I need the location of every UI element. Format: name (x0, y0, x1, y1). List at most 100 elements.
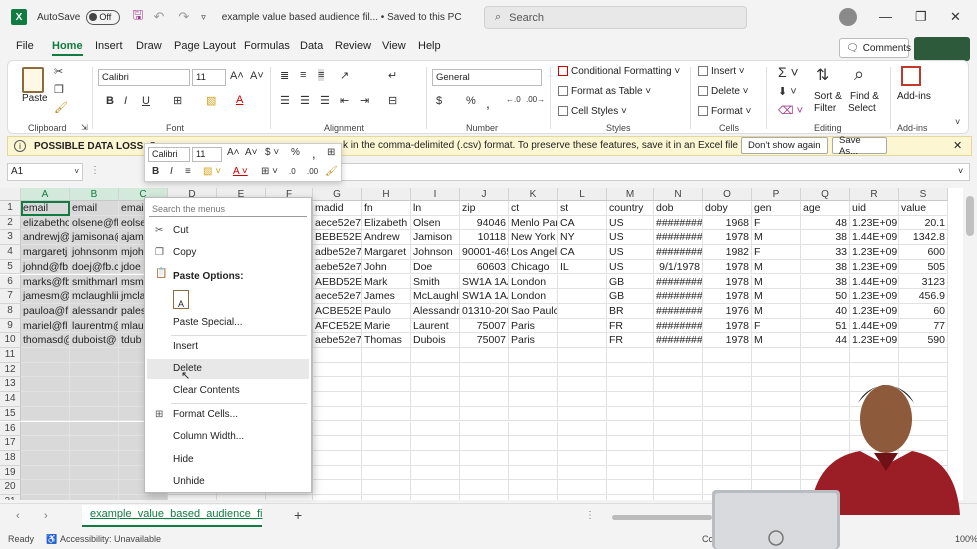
cell[interactable]: Smith (411, 274, 460, 290)
align-left-icon[interactable]: ☰ (280, 94, 290, 107)
cell[interactable]: F (752, 215, 801, 231)
cell[interactable] (752, 450, 801, 466)
cell[interactable]: zip (460, 201, 509, 216)
cell[interactable] (362, 495, 411, 500)
cell[interactable] (607, 436, 654, 451)
increase-decimal-icon[interactable]: ←.0 (506, 95, 521, 104)
cell[interactable]: Chicago (509, 259, 558, 275)
cell[interactable] (70, 348, 119, 363)
row-header[interactable]: 7 (0, 289, 21, 304)
cell[interactable]: Paris (509, 333, 558, 348)
align-right-icon[interactable]: ☰ (320, 94, 330, 107)
orientation-icon[interactable]: ↗ (340, 69, 349, 82)
decrease-indent-icon[interactable]: ⇤ (340, 94, 349, 107)
find-button-label[interactable]: Find & (850, 91, 879, 102)
cell[interactable] (411, 362, 460, 378)
cell[interactable] (558, 303, 607, 319)
number-format-dropdown[interactable]: General (432, 69, 542, 86)
cell[interactable]: 600 (899, 245, 948, 260)
cell[interactable]: 01310-200 (460, 303, 509, 319)
cell[interactable]: age (801, 201, 850, 216)
column-header[interactable]: P (752, 188, 801, 201)
menu-paste-special[interactable]: Paste Special... (147, 313, 309, 333)
cell[interactable] (313, 406, 362, 422)
cell[interactable] (509, 421, 558, 437)
paste-icon[interactable] (22, 67, 44, 93)
cell[interactable]: thomasd@ (21, 333, 70, 348)
mini-align-icon[interactable]: ≡ (185, 166, 191, 177)
cell[interactable] (558, 289, 607, 304)
cell[interactable] (21, 362, 70, 378)
cell[interactable] (21, 450, 70, 466)
column-header[interactable]: R (850, 188, 899, 201)
mini-font-dropdown[interactable]: Calibri (148, 147, 190, 162)
cell[interactable] (654, 421, 703, 437)
cell[interactable] (703, 392, 752, 407)
row-header[interactable]: 13 (0, 377, 21, 393)
cell[interactable]: 38 (801, 230, 850, 246)
cell[interactable]: GB (607, 289, 654, 304)
cell[interactable] (70, 392, 119, 407)
cell[interactable] (411, 480, 460, 495)
cell[interactable]: dob (654, 201, 703, 216)
cell[interactable] (460, 465, 509, 481)
cell[interactable]: McLaughlin (411, 289, 460, 304)
cell[interactable] (850, 348, 899, 363)
fill-color-icon[interactable]: ▧ (206, 94, 216, 107)
cell[interactable] (509, 392, 558, 407)
cell[interactable]: 1342.8 (899, 230, 948, 246)
cell[interactable] (607, 392, 654, 407)
cell[interactable]: M (752, 289, 801, 304)
zoom-level[interactable]: 100% (955, 534, 977, 544)
cell[interactable] (654, 377, 703, 393)
cell[interactable]: Paris (509, 318, 558, 334)
cell[interactable] (558, 377, 607, 393)
cell[interactable]: adbe52e7- (313, 245, 362, 260)
row-header[interactable]: 5 (0, 259, 21, 275)
cell[interactable]: 1.23E+09 (850, 245, 899, 260)
cell[interactable] (558, 450, 607, 466)
menu-clear-contents[interactable]: Clear Contents (147, 381, 309, 401)
cell[interactable] (654, 406, 703, 422)
row-header[interactable]: 18 (0, 450, 21, 466)
cell[interactable] (703, 348, 752, 363)
column-header[interactable]: S (899, 188, 948, 201)
cell[interactable] (362, 465, 411, 481)
cell[interactable] (21, 465, 70, 481)
cell[interactable] (509, 465, 558, 481)
row-header[interactable]: 17 (0, 436, 21, 451)
mini-fill-color-icon[interactable]: ▧ ˅ (203, 166, 221, 177)
cell[interactable] (313, 348, 362, 363)
cell[interactable] (313, 436, 362, 451)
cell[interactable] (752, 436, 801, 451)
cell[interactable]: Los Angele (509, 245, 558, 260)
row-header[interactable]: 12 (0, 362, 21, 378)
row-header[interactable]: 19 (0, 465, 21, 481)
cell[interactable] (460, 436, 509, 451)
cell[interactable]: 1968 (703, 215, 752, 231)
cell[interactable] (752, 465, 801, 481)
cell[interactable] (654, 480, 703, 495)
cell[interactable] (21, 495, 70, 500)
sort-filter-icon[interactable]: ⇅ (816, 65, 829, 85)
cell[interactable]: 20.1 (899, 215, 948, 231)
tab-file[interactable]: File (16, 40, 34, 52)
tab-page-layout[interactable]: Page Layout (174, 40, 236, 52)
cell[interactable]: 1978 (703, 318, 752, 334)
row-header[interactable]: 15 (0, 406, 21, 422)
menu-delete[interactable]: Delete (147, 359, 309, 379)
cell[interactable] (899, 348, 948, 363)
cell[interactable]: 60603 (460, 259, 509, 275)
tab-view[interactable]: View (382, 40, 406, 52)
cell[interactable]: email (70, 201, 119, 216)
copy-icon[interactable]: ❐ (54, 83, 64, 96)
cell[interactable]: 1.44E+09 (850, 230, 899, 246)
cell[interactable] (607, 465, 654, 481)
cell[interactable]: jamesm@ (21, 289, 70, 304)
cell[interactable] (654, 362, 703, 378)
cell[interactable] (607, 421, 654, 437)
cell[interactable] (509, 377, 558, 393)
cell[interactable]: ######## (654, 303, 703, 319)
cell[interactable] (411, 377, 460, 393)
cell[interactable]: 9/1/1978 (654, 259, 703, 275)
